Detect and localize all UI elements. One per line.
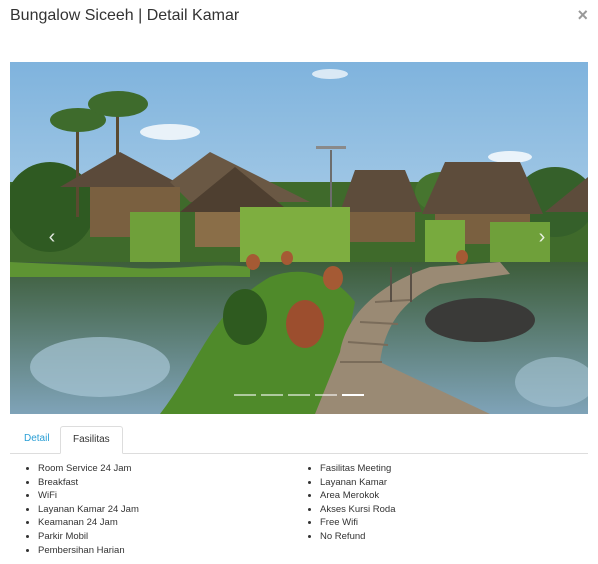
modal-header: Bungalow Siceeh | Detail Kamar × bbox=[0, 0, 598, 40]
list-item: Keamanan 24 Jam bbox=[38, 516, 139, 530]
carousel-next-icon[interactable]: › bbox=[534, 225, 550, 249]
carousel-indicator-active[interactable] bbox=[342, 394, 364, 396]
carousel-indicator[interactable] bbox=[315, 394, 337, 396]
list-item: Breakfast bbox=[38, 476, 139, 490]
modal-title: Bungalow Siceeh | Detail Kamar bbox=[10, 7, 240, 24]
carousel-indicators bbox=[234, 394, 364, 396]
tab-bar: Detail Fasilitas bbox=[10, 426, 588, 454]
list-item: Area Merokok bbox=[320, 489, 396, 503]
list-item: WiFi bbox=[38, 489, 139, 503]
facilities-list-right: Fasilitas Meeting Layanan Kamar Area Mer… bbox=[306, 462, 396, 544]
list-item: Layanan Kamar 24 Jam bbox=[38, 503, 139, 517]
close-icon[interactable]: × bbox=[577, 6, 588, 24]
carousel-indicator[interactable] bbox=[261, 394, 283, 396]
list-item: Akses Kursi Roda bbox=[320, 503, 396, 517]
list-item: Layanan Kamar bbox=[320, 476, 396, 490]
list-item: Fasilitas Meeting bbox=[320, 462, 396, 476]
room-photo bbox=[10, 62, 588, 414]
carousel-indicator[interactable] bbox=[288, 394, 310, 396]
photo-carousel[interactable]: ‹ › bbox=[10, 62, 588, 414]
facilities-list-left: Room Service 24 Jam Breakfast WiFi Layan… bbox=[24, 462, 139, 557]
tab-fasilitas[interactable]: Fasilitas bbox=[60, 426, 123, 454]
list-item: Pembersihan Harian bbox=[38, 544, 139, 558]
list-item: Free Wifi bbox=[320, 516, 396, 530]
carousel-indicator[interactable] bbox=[234, 394, 256, 396]
list-item: Room Service 24 Jam bbox=[38, 462, 139, 476]
list-item: Parkir Mobil bbox=[38, 530, 139, 544]
carousel-prev-icon[interactable]: ‹ bbox=[44, 225, 60, 249]
list-item: No Refund bbox=[320, 530, 396, 544]
tab-detail[interactable]: Detail bbox=[12, 426, 62, 452]
